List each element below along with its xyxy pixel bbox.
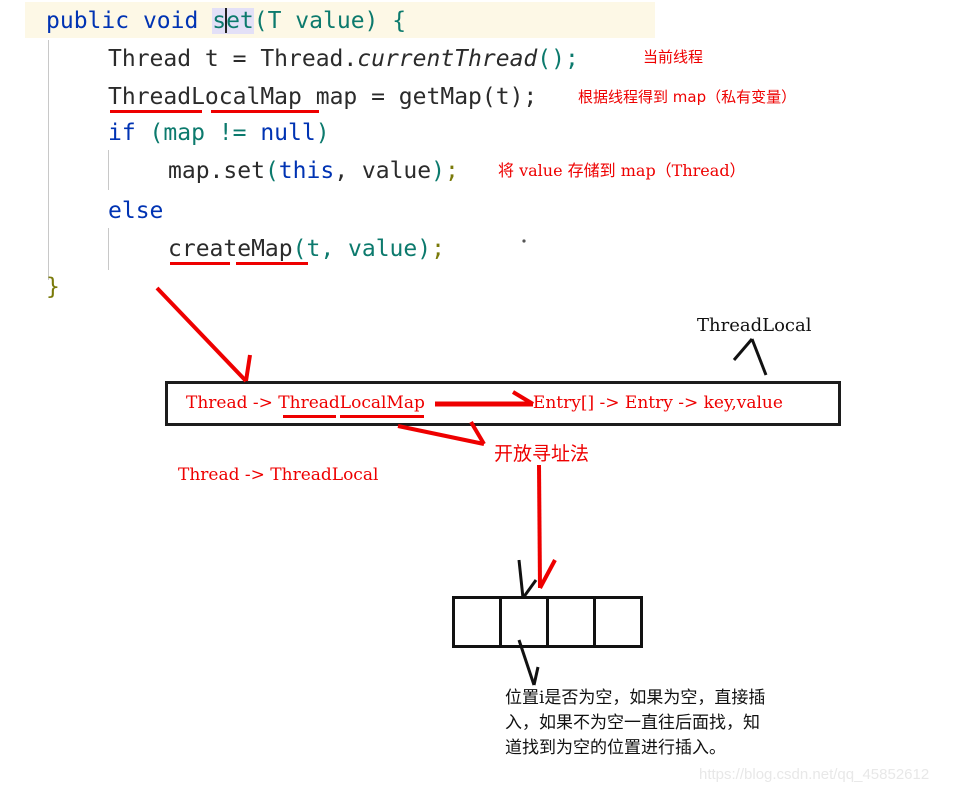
bottom-explanation-note: 位置i是否为空，如果为空，直接插入，如果不为空一直往后面找，知道找到为空的位置进… bbox=[505, 688, 766, 758]
keyword-public: public bbox=[46, 8, 130, 34]
map-assign-text: map = getMap(t); bbox=[301, 84, 538, 110]
call-map-set: map.set bbox=[168, 158, 265, 184]
arrow-open-addressing-to-array bbox=[537, 464, 557, 589]
underline-threadlocalmap-a bbox=[110, 110, 202, 113]
indent-guide-2 bbox=[108, 150, 109, 190]
keyword-if: if bbox=[108, 120, 136, 146]
map-box-content: Thread -> ThreadLocalMap Entry[] -> Entr… bbox=[186, 393, 783, 413]
annotation-open-addressing: 开放寻址法 bbox=[494, 443, 590, 465]
keyword-this: this bbox=[278, 158, 335, 184]
box-segment-thread: Thread -> bbox=[186, 393, 279, 413]
array-cell[interactable] bbox=[452, 596, 502, 648]
code-line-map-set[interactable]: map.set(this, value); bbox=[168, 152, 459, 190]
array-cell[interactable] bbox=[593, 596, 643, 648]
array-cell[interactable] bbox=[546, 596, 596, 648]
arrow-threadlocal-to-keyvalue bbox=[732, 338, 768, 376]
code-line-signature[interactable]: public void set(T value) { bbox=[46, 2, 406, 40]
text-caret bbox=[225, 8, 228, 33]
call-create-map: createMap bbox=[168, 236, 293, 262]
code-line-else[interactable]: else bbox=[108, 192, 163, 230]
close-brace: } bbox=[46, 274, 60, 300]
annotation-get-map: 根据线程得到 map（私有变量） bbox=[578, 88, 797, 106]
code-line-close-brace[interactable]: } bbox=[46, 268, 60, 306]
map-set-paren-open: ( bbox=[264, 158, 279, 184]
underline-box-threadlocalmap-a bbox=[283, 415, 336, 418]
signature-params: (T value) { bbox=[253, 8, 407, 34]
keyword-null: null bbox=[260, 120, 316, 146]
underline-box-threadlocalmap-b bbox=[340, 415, 424, 418]
hash-array bbox=[452, 596, 643, 648]
underline-threadlocalmap-b bbox=[211, 110, 319, 113]
code-editor[interactable]: public void set(T value) { Thread t = Th… bbox=[0, 0, 957, 300]
indent-guide-3 bbox=[108, 228, 109, 270]
if-cond-open: (map != bbox=[135, 120, 261, 146]
code-line-if[interactable]: if (map != null) bbox=[108, 114, 330, 152]
method-name-set[interactable]: set bbox=[212, 8, 254, 34]
create-map-semicolon: ; bbox=[431, 236, 445, 262]
create-map-paren-close: ) bbox=[417, 236, 432, 262]
type-threadlocalmap: ThreadLocalMap bbox=[108, 84, 302, 110]
thread-decl-text: Thread t = Thread. bbox=[108, 46, 358, 72]
if-paren-close: ) bbox=[315, 120, 330, 146]
underline-createmap-b bbox=[236, 262, 308, 265]
box-segment-threadlocalmap: ThreadLocalMap bbox=[278, 393, 425, 413]
arrow-index-into-array bbox=[517, 559, 538, 599]
create-map-args-open: (t, value bbox=[292, 236, 418, 262]
threadlocalmap-structure-box: Thread -> ThreadLocalMap Entry[] -> Entr… bbox=[165, 381, 841, 426]
threadlocal-label: ThreadLocal bbox=[697, 315, 812, 336]
annotation-current-thread: 当前线程 bbox=[643, 48, 704, 66]
thread-threadlocal-label: Thread -> ThreadLocal bbox=[178, 465, 379, 485]
annotation-store-value: 将 value 存储到 map（Thread） bbox=[498, 161, 746, 180]
indent-guide-1 bbox=[48, 40, 49, 280]
watermark-url: https://blog.csdn.net/qq_45852612 bbox=[699, 766, 930, 783]
call-end: (); bbox=[537, 46, 579, 72]
box-segment-tail: Entry[] -> Entry -> key,value bbox=[532, 393, 783, 413]
array-cell[interactable] bbox=[499, 596, 549, 648]
method-current-thread: currentThread bbox=[357, 46, 538, 72]
keyword-void: void bbox=[142, 8, 199, 34]
map-set-paren-close: ) bbox=[431, 158, 445, 184]
arrow-code-to-box bbox=[155, 286, 252, 383]
underline-createmap-a bbox=[170, 262, 230, 265]
code-line-thread-decl[interactable]: Thread t = Thread.currentThread(); bbox=[108, 40, 579, 78]
keyword-else: else bbox=[108, 198, 164, 224]
map-set-args: , value bbox=[334, 158, 432, 184]
map-set-semicolon: ; bbox=[444, 158, 459, 184]
